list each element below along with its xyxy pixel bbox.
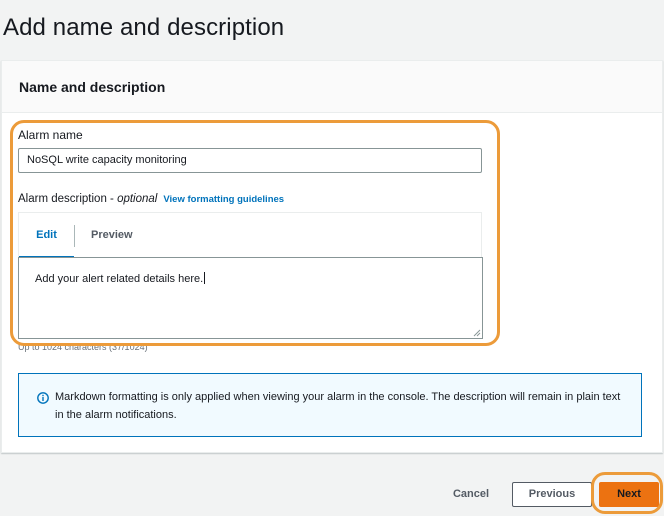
alarm-description-label-text: Alarm description - xyxy=(18,193,118,205)
previous-button[interactable]: Previous xyxy=(512,482,592,507)
alarm-description-value: Add your alert related details here. xyxy=(35,273,204,285)
character-count: Up to 1024 characters (37/1024) xyxy=(18,342,148,352)
alarm-name-label: Alarm name xyxy=(18,128,83,142)
alarm-description-label: Alarm description - optional View formatt… xyxy=(18,193,284,205)
panel-title: Name and description xyxy=(19,79,166,95)
alarm-name-value: NoSQL write capacity monitoring xyxy=(27,154,187,166)
info-alert: Markdown formatting is only applied when… xyxy=(18,373,642,437)
text-caret xyxy=(204,272,206,284)
page-title: Add name and description xyxy=(3,14,285,41)
tab-divider xyxy=(74,225,75,247)
info-circle-icon xyxy=(37,392,49,404)
optional-label: optional xyxy=(117,193,158,205)
description-tabs: Edit Preview xyxy=(18,212,482,258)
alarm-name-input[interactable]: NoSQL write capacity monitoring xyxy=(18,148,482,173)
next-button[interactable]: Next xyxy=(599,482,659,507)
tab-preview[interactable]: Preview xyxy=(91,213,133,258)
formatting-guidelines-link[interactable]: View formatting guidelines xyxy=(163,194,284,205)
resize-handle-icon[interactable] xyxy=(473,329,481,337)
panel-header: Name and description xyxy=(2,61,662,113)
cancel-button[interactable]: Cancel xyxy=(440,482,502,506)
info-alert-text: Markdown formatting is only applied when… xyxy=(55,391,621,421)
alarm-description-textarea[interactable]: Add your alert related details here. xyxy=(18,257,483,339)
tab-edit[interactable]: Edit xyxy=(19,213,74,258)
